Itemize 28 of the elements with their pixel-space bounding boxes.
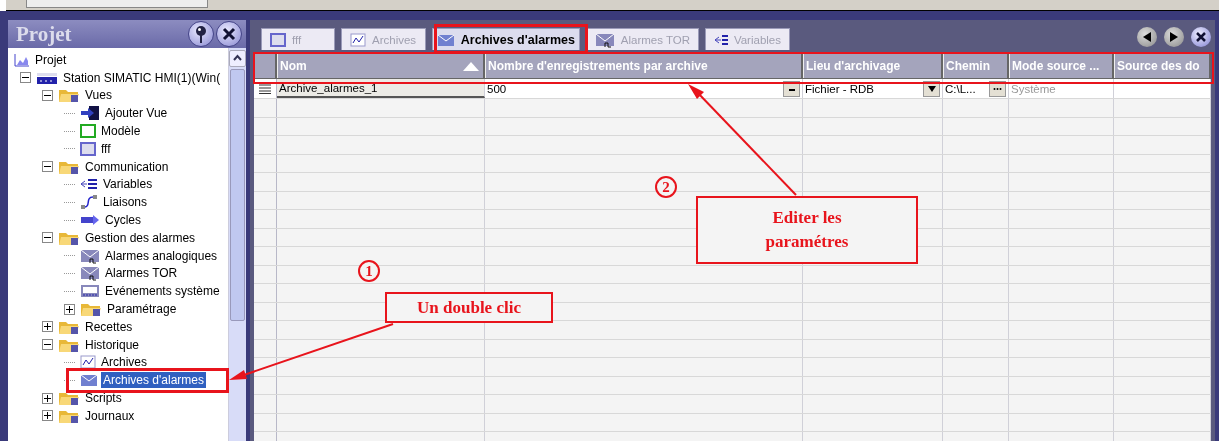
callout-text: Editer les paramétres <box>764 207 850 253</box>
tree-item[interactable]: Recettes <box>83 318 135 335</box>
panel-title: Projet <box>16 21 73 47</box>
callout-text: Un double clic <box>417 296 521 319</box>
tab[interactable]: Archives d'alarmes <box>432 28 580 50</box>
tree-item[interactable]: Gestion des alarmes <box>83 229 198 246</box>
tree-item[interactable]: fff <box>99 140 113 157</box>
tree-item[interactable]: Journaux <box>83 407 137 424</box>
tree-item[interactable]: Paramétrage <box>105 301 179 318</box>
table-cell[interactable]: 500 <box>487 82 507 95</box>
tree-item[interactable]: Variables <box>101 176 155 193</box>
tree-item[interactable]: Scripts <box>83 390 124 407</box>
tree-item[interactable]: Modèle <box>99 123 143 140</box>
tree-item[interactable]: Archives d'alarmes <box>101 372 206 389</box>
tree-item[interactable]: Projet <box>33 51 69 68</box>
table-cell[interactable]: C:\L... <box>945 82 976 95</box>
tree-item[interactable]: Station SIMATIC HMI(1)(Win( <box>61 69 223 86</box>
tree-item[interactable]: Evénements système <box>103 283 222 300</box>
tree-item[interactable]: Historique <box>83 336 142 353</box>
tree-item[interactable]: Alarmes analogiques <box>103 247 220 264</box>
tree-item[interactable]: Vues <box>83 87 114 104</box>
tree-item[interactable]: Alarmes TOR <box>103 265 180 282</box>
tree-item[interactable]: Cycles <box>103 212 143 229</box>
tree-item[interactable]: Archives <box>99 354 149 371</box>
tree-item[interactable]: Ajouter Vue <box>103 105 170 122</box>
tree-item[interactable]: Liaisons <box>101 194 150 211</box>
tree-item[interactable]: Communication <box>83 158 171 175</box>
table-cell[interactable]: Fichier - RDB <box>805 82 874 95</box>
